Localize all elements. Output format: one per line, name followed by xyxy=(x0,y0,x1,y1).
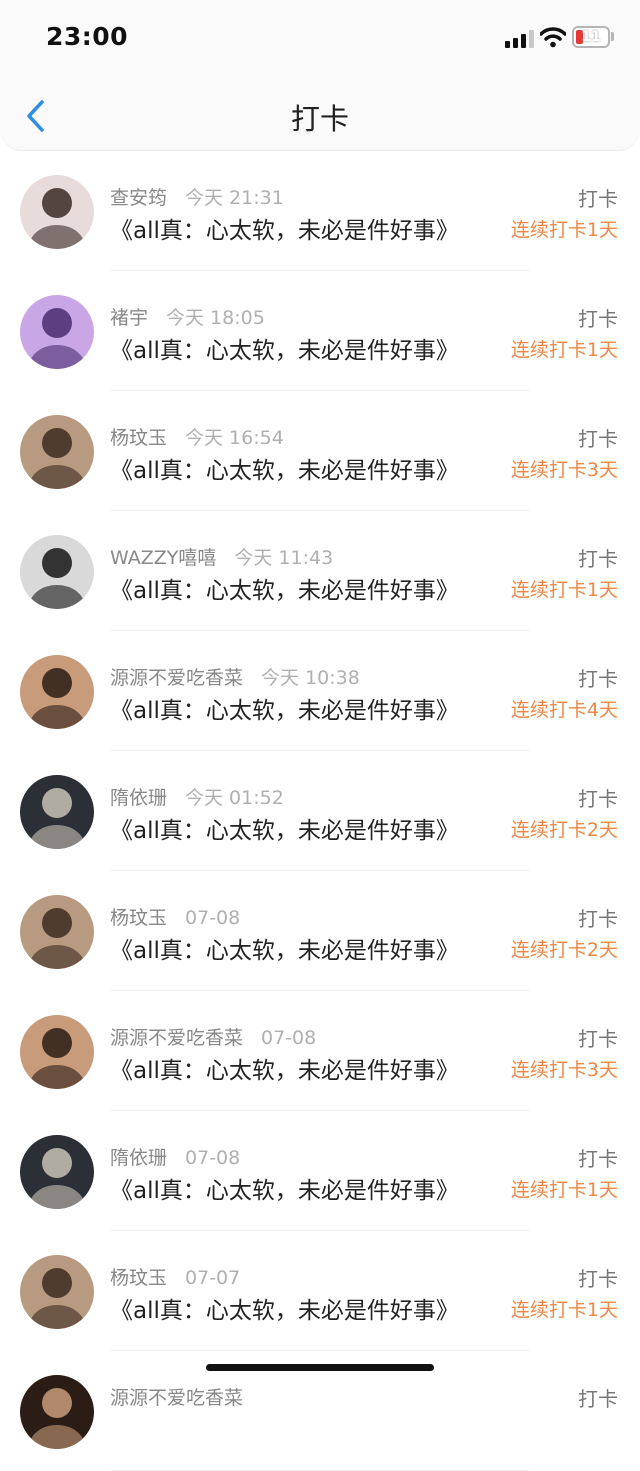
author-line: WAZZY嘻嘻 今天 11:43 xyxy=(110,543,333,570)
book-title[interactable]: 《all真：心太软，未必是件好事》 xyxy=(110,1291,459,1325)
streak-badge: 连续打卡1天 xyxy=(510,219,618,241)
avatar[interactable] xyxy=(20,1015,94,1089)
checkin-time: 今天 11:43 xyxy=(234,547,334,569)
author-name[interactable]: 隋依珊 xyxy=(110,787,167,809)
status-time: 23:00 xyxy=(46,22,129,51)
avatar[interactable] xyxy=(20,655,94,729)
checkin-label: 打卡 xyxy=(578,307,618,331)
list-item[interactable]: 源源不爱吃香菜 07-08 《all真：心太软，未必是件好事》 打卡连续打卡3天 xyxy=(0,991,640,1111)
checkin-time: 07-07 xyxy=(185,1267,241,1289)
book-title[interactable]: 《all真：心太软，未必是件好事》 xyxy=(110,931,459,965)
author-line: 杨玟玉 今天 16:54 xyxy=(110,423,284,450)
cellular-signal-icon xyxy=(505,30,535,48)
avatar[interactable] xyxy=(20,775,94,849)
checkin-label: 打卡 xyxy=(578,1027,618,1051)
avatar[interactable] xyxy=(20,1135,94,1209)
author-line: 杨玟玉 07-08 xyxy=(110,903,240,930)
author-line: 源源不爱吃香菜 xyxy=(110,1383,261,1410)
home-indicator xyxy=(206,1364,434,1371)
book-title[interactable]: 《all真：心太软，未必是件好事》 xyxy=(110,571,459,605)
author-line: 隋依珊 07-08 xyxy=(110,1143,240,1170)
checkin-label: 打卡 xyxy=(578,187,618,211)
book-title[interactable]: 《all真：心太软，未必是件好事》 xyxy=(110,811,459,845)
checkin-time: 今天 10:38 xyxy=(261,667,360,689)
author-name[interactable]: 源源不爱吃香菜 xyxy=(110,1387,243,1409)
author-line: 源源不爱吃香菜 今天 10:38 xyxy=(110,663,360,690)
avatar[interactable] xyxy=(20,1375,94,1449)
author-line: 杨玟玉 07-07 xyxy=(110,1263,240,1290)
author-line: 褚宇 今天 18:05 xyxy=(110,303,265,330)
avatar[interactable] xyxy=(20,415,94,489)
author-line: 查安筠 今天 21:31 xyxy=(110,183,284,210)
author-line: 隋依珊 今天 01:52 xyxy=(110,783,284,810)
checkin-time: 07-08 xyxy=(185,907,241,929)
checkin-label: 打卡 xyxy=(578,1147,618,1171)
author-name[interactable]: 褚宇 xyxy=(110,307,148,329)
checkin-time: 今天 16:54 xyxy=(185,427,284,449)
page-title: 打卡 xyxy=(290,102,349,136)
author-line: 源源不爱吃香菜 07-08 xyxy=(110,1023,316,1050)
author-name[interactable]: 源源不爱吃香菜 xyxy=(110,1027,243,1049)
avatar[interactable] xyxy=(20,535,94,609)
streak-badge: 连续打卡2天 xyxy=(510,939,618,961)
streak-badge: 连续打卡1天 xyxy=(510,1299,618,1321)
checkin-time: 07-08 xyxy=(185,1147,241,1169)
author-name[interactable]: 杨玟玉 xyxy=(110,1267,167,1289)
checkin-label: 打卡 xyxy=(578,667,618,691)
list-item[interactable]: 隋依珊 07-08 《all真：心太软，未必是件好事》 打卡连续打卡1天 xyxy=(0,1111,640,1231)
checkin-time: 今天 18:05 xyxy=(166,307,265,329)
battery-tip xyxy=(611,32,614,41)
list-item[interactable]: 查安筠 今天 21:31 《all真：心太软，未必是件好事》 打卡连续打卡1天 xyxy=(0,151,640,271)
streak-badge: 连续打卡4天 xyxy=(510,699,618,721)
checkin-label: 打卡 xyxy=(578,1267,618,1291)
book-title[interactable]: 《all真：心太软，未必是件好事》 xyxy=(110,1051,459,1085)
streak-badge: 连续打卡3天 xyxy=(510,1059,618,1081)
list-item[interactable]: 隋依珊 今天 01:52 《all真：心太软，未必是件好事》 打卡连续打卡2天 xyxy=(0,751,640,871)
author-name[interactable]: WAZZY嘻嘻 xyxy=(110,547,216,569)
streak-badge: 连续打卡3天 xyxy=(510,459,618,481)
list-item[interactable]: 源源不爱吃香菜 今天 10:38 《all真：心太软，未必是件好事》 打卡连续打卡4天 xyxy=(0,631,640,751)
book-title[interactable]: 《all真：心太软，未必是件好事》 xyxy=(110,211,459,245)
checkin-time: 07-08 xyxy=(261,1027,317,1049)
list-item[interactable]: WAZZY嘻嘻 今天 11:43 《all真：心太软，未必是件好事》 打卡连续打卡1天 xyxy=(0,511,640,631)
wifi-icon xyxy=(540,27,566,48)
checkin-label: 打卡 xyxy=(578,547,618,571)
streak-badge: 连续打卡1天 xyxy=(510,1179,618,1201)
book-title[interactable]: 《all真：心太软，未必是件好事》 xyxy=(110,451,459,485)
book-title[interactable]: 《all真：心太软，未必是件好事》 xyxy=(110,331,459,365)
author-name[interactable]: 杨玟玉 xyxy=(110,427,167,449)
status-bar: 23:00 11 xyxy=(0,0,640,80)
author-name[interactable]: 源源不爱吃香菜 xyxy=(110,667,243,689)
checkin-list: 查安筠 今天 21:31 《all真：心太软，未必是件好事》 打卡 连续打卡1天 褚宇 今天… xyxy=(0,151,640,1471)
checkin-time: 今天 21:31 xyxy=(185,187,284,209)
nav-bar: 打卡 xyxy=(0,80,640,151)
author-name[interactable]: 隋依珊 xyxy=(110,1147,167,1169)
avatar[interactable] xyxy=(20,175,94,249)
list-item[interactable]: 杨玟玉 07-07 《all真：心太软，未必是件好事》 打卡连续打卡1天 xyxy=(0,1231,640,1351)
book-title[interactable]: 《all真：心太软，未必是件好事》 xyxy=(110,691,459,725)
checkin-label: 打卡 xyxy=(578,427,618,451)
avatar[interactable] xyxy=(20,295,94,369)
battery-level: 11 xyxy=(581,29,601,45)
checkin-time: 今天 01:52 xyxy=(185,787,284,809)
streak-badge: 连续打卡1天 xyxy=(510,579,618,601)
checkin-label: 打卡 xyxy=(578,907,618,931)
streak-badge: 连续打卡1天 xyxy=(510,339,618,361)
list-item[interactable]: 杨玟玉 今天 16:54 《all真：心太软，未必是件好事》 打卡连续打卡3天 xyxy=(0,391,640,511)
streak-badge: 连续打卡2天 xyxy=(510,819,618,841)
avatar[interactable] xyxy=(20,895,94,969)
battery-icon: 11 xyxy=(572,26,610,48)
author-name[interactable]: 杨玟玉 xyxy=(110,907,167,929)
avatar[interactable] xyxy=(20,1255,94,1329)
list-item[interactable]: 杨玟玉 07-08 《all真：心太软，未必是件好事》 打卡连续打卡2天 xyxy=(0,871,640,991)
checkin-label: 打卡 xyxy=(578,787,618,811)
book-title[interactable]: 《all真：心太软，未必是件好事》 xyxy=(110,1171,459,1205)
checkin-label: 打卡 xyxy=(578,1387,618,1411)
list-item[interactable]: 褚宇 今天 18:05 《all真：心太软，未必是件好事》 打卡连续打卡1天 xyxy=(0,271,640,391)
author-name[interactable]: 查安筠 xyxy=(110,187,167,209)
